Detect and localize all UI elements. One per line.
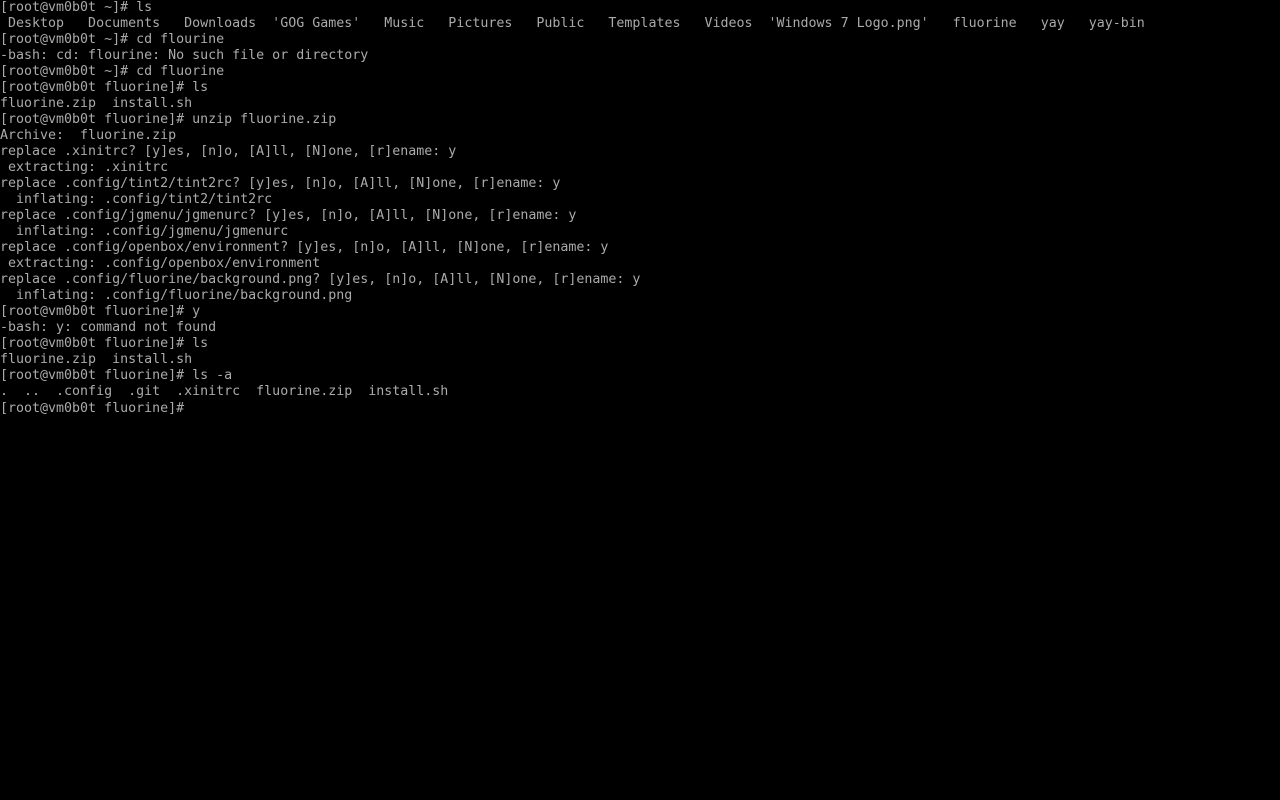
terminal-console[interactable]: [root@vm0b0t ~]# ls Desktop Documents Do… — [0, 0, 1280, 800]
terminal-output-line: inflating: .config/tint2/tint2rc — [0, 192, 273, 207]
terminal-output-line: [root@vm0b0t ~]# cd fluorine — [0, 64, 225, 79]
terminal-output-line: [root@vm0b0t ~]# cd flourine — [0, 32, 225, 47]
terminal-output-line: extracting: .config/openbox/environment — [0, 256, 321, 271]
terminal-output-line: replace .config/fluorine/background.png?… — [0, 272, 641, 287]
terminal-output-line: inflating: .config/fluorine/background.p… — [0, 288, 353, 303]
terminal-output-line: Desktop Documents Downloads 'GOG Games' … — [0, 16, 1145, 31]
terminal-output-line: replace .config/jgmenu/jgmenurc? [y]es, … — [0, 208, 577, 223]
terminal-output-line: replace .xinitrc? [y]es, [n]o, [A]ll, [N… — [0, 144, 457, 159]
terminal-output-line: fluorine.zip install.sh — [0, 352, 193, 367]
terminal-output-line: [root@vm0b0t fluorine]# y — [0, 304, 201, 319]
terminal-output-line: [root@vm0b0t fluorine]# ls — [0, 80, 209, 95]
shell-prompt: [root@vm0b0t fluorine]# — [0, 401, 193, 416]
terminal-output-line: extracting: .xinitrc — [0, 160, 169, 175]
terminal-output-line: [root@vm0b0t ~]# ls — [0, 0, 153, 15]
text-cursor — [192, 400, 200, 414]
terminal-output-line: -bash: y: command not found — [0, 320, 217, 335]
terminal-output-line: [root@vm0b0t fluorine]# unzip fluorine.z… — [0, 112, 337, 127]
terminal-output-line: -bash: cd: flourine: No such file or dir… — [0, 48, 369, 63]
terminal-output-line: replace .config/tint2/tint2rc? [y]es, [n… — [0, 176, 561, 191]
terminal-output-line: fluorine.zip install.sh — [0, 96, 193, 111]
terminal-output: [root@vm0b0t ~]# ls Desktop Documents Do… — [0, 0, 1280, 400]
terminal-output-line: Archive: fluorine.zip — [0, 128, 177, 143]
terminal-output-line: . .. .config .git .xinitrc fluorine.zip … — [0, 384, 449, 399]
terminal-output-line: replace .config/openbox/environment? [y]… — [0, 240, 609, 255]
terminal-output-line: [root@vm0b0t fluorine]# ls — [0, 336, 209, 351]
terminal-input-line[interactable]: [root@vm0b0t fluorine]# — [0, 400, 1280, 416]
terminal-output-line: [root@vm0b0t fluorine]# ls -a — [0, 368, 233, 383]
terminal-output-line: inflating: .config/jgmenu/jgmenurc — [0, 224, 289, 239]
